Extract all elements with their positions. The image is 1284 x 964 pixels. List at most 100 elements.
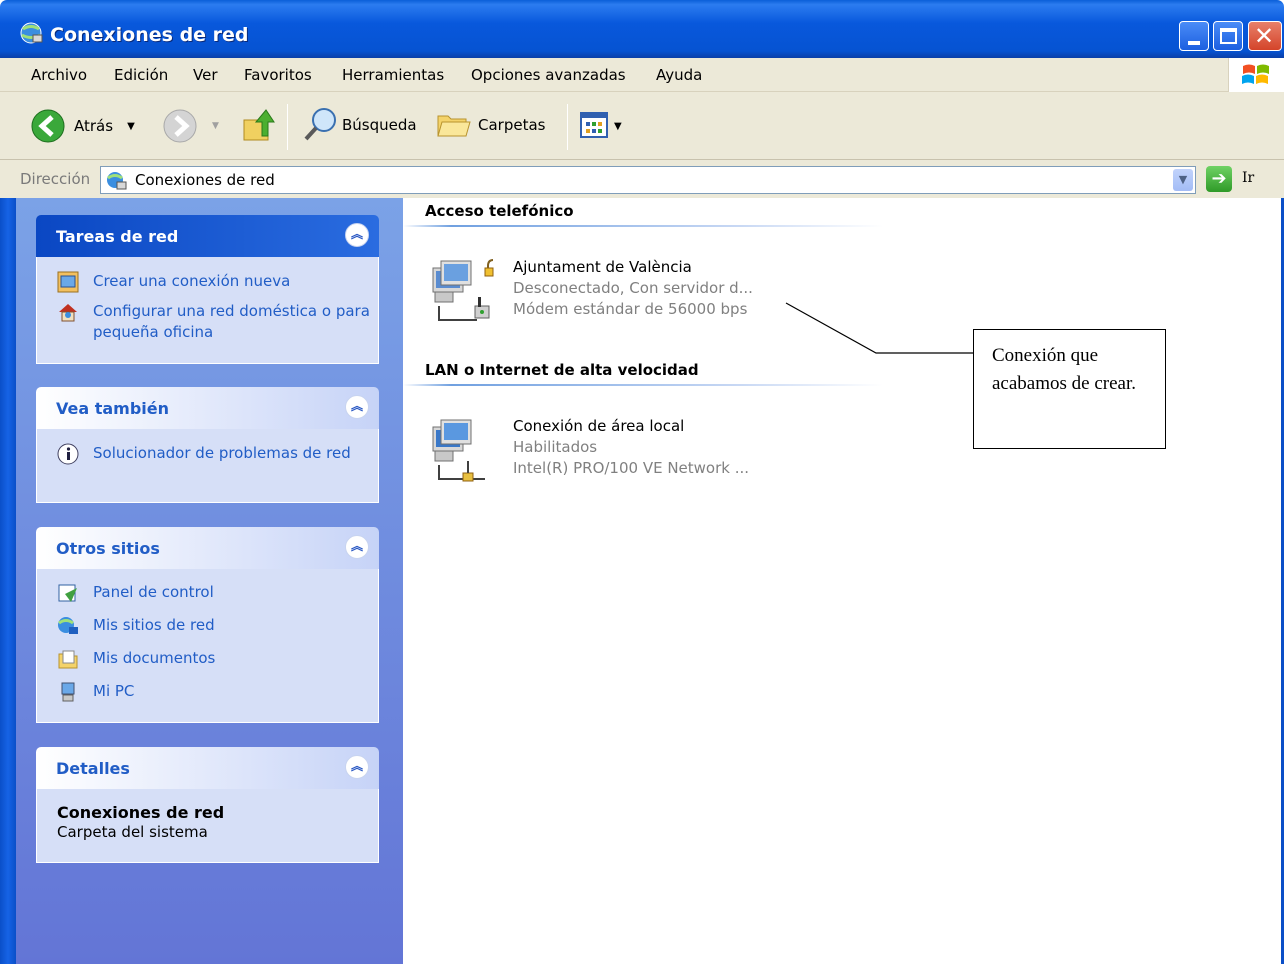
forward-arrow-icon: [163, 109, 197, 143]
connection-device: Módem estándar de 56000 bps: [513, 300, 748, 318]
search-icon: [304, 108, 336, 141]
lan-connection-icon: [432, 419, 485, 482]
control-panel-link[interactable]: Panel de control: [57, 582, 378, 604]
link-label: Panel de control: [93, 583, 214, 601]
my-computer-icon: [61, 682, 75, 702]
my-documents-icon: [58, 650, 78, 669]
address-value: Conexiones de red: [135, 171, 275, 189]
up-folder-button[interactable]: [240, 106, 276, 144]
task-pane: Tareas de red ︽ Crear una conexión nueva…: [16, 198, 403, 964]
collapse-chevron-icon[interactable]: ︽: [345, 535, 369, 559]
connection-status: Desconectado, Con servidor d...: [513, 279, 753, 297]
panel-title: Detalles: [56, 759, 130, 778]
panel-title: Tareas de red: [56, 227, 179, 246]
toolbar-separator: [287, 104, 288, 150]
maximize-button[interactable]: [1213, 21, 1243, 51]
folders-button[interactable]: Carpetas: [436, 108, 545, 142]
link-label: Solucionador de problemas de red: [93, 444, 351, 462]
close-button[interactable]: ✕: [1248, 21, 1282, 51]
maximize-icon: [1220, 28, 1237, 44]
forward-button[interactable]: ▼: [162, 108, 219, 144]
menu-edicion[interactable]: Edición: [114, 66, 168, 84]
link-label: Crear una conexión nueva: [93, 272, 291, 290]
collapse-chevron-icon[interactable]: ︽: [345, 395, 369, 419]
go-arrow-icon[interactable]: ➔: [1206, 166, 1232, 192]
forward-dropdown-icon[interactable]: ▼: [212, 121, 219, 131]
back-label: Atrás: [74, 117, 114, 135]
back-dropdown-icon[interactable]: ▼: [127, 121, 135, 132]
panel-body: Panel de control Mis sitios de red Mis d…: [36, 569, 379, 723]
go-label[interactable]: Ir: [1242, 170, 1254, 186]
folders-icon: [437, 115, 471, 137]
panel-title: Otros sitios: [56, 539, 160, 558]
panel-body: Solucionador de problemas de red: [36, 429, 379, 503]
link-label: Mi PC: [93, 682, 135, 700]
up-folder-icon: [243, 109, 275, 141]
link-label: Configurar una red doméstica o para pequ…: [93, 302, 370, 341]
connection-device: Intel(R) PRO/100 VE Network ...: [513, 459, 750, 477]
home-network-icon: [59, 304, 77, 322]
panel-header[interactable]: Vea también ︽: [36, 387, 379, 429]
my-computer-link[interactable]: Mi PC: [57, 681, 378, 703]
network-places-icon: [58, 617, 78, 634]
group-header-dialup: Acceso telefónico: [425, 202, 574, 220]
search-button[interactable]: Búsqueda: [302, 106, 417, 144]
search-label: Búsqueda: [342, 116, 417, 134]
create-connection-link[interactable]: Crear una conexión nueva: [57, 271, 378, 293]
network-places-link[interactable]: Mis sitios de red: [57, 615, 378, 637]
menu-bar: Archivo Edición Ver Favoritos Herramient…: [0, 58, 1284, 92]
menu-herramientas[interactable]: Herramientas: [342, 66, 444, 84]
windows-logo: [1228, 58, 1284, 92]
address-dropdown-icon[interactable]: ▼: [1173, 169, 1193, 191]
network-connections-icon: [20, 22, 43, 44]
panel-network-tasks: Tareas de red ︽ Crear una conexión nueva…: [36, 215, 379, 364]
toolbar: Atrás ▼ ▼ Búsqueda Carpetas ▼: [0, 92, 1284, 160]
panel-body: Crear una conexión nueva Configurar una …: [36, 257, 379, 364]
collapse-chevron-icon[interactable]: ︽: [345, 755, 369, 779]
close-icon: ✕: [1254, 22, 1275, 50]
views-icon: [580, 112, 608, 138]
panel-header[interactable]: Tareas de red ︽: [36, 215, 379, 257]
panel-details: Detalles ︽ Conexiones de red Carpeta del…: [36, 747, 379, 863]
address-field[interactable]: Conexiones de red ▼: [100, 166, 1196, 194]
group-header-lan: LAN o Internet de alta velocidad: [425, 361, 699, 379]
panel-header[interactable]: Otros sitios ︽: [36, 527, 379, 569]
panel-header[interactable]: Detalles ︽: [36, 747, 379, 789]
panel-title: Vea también: [56, 399, 170, 418]
collapse-chevron-icon[interactable]: ︽: [345, 223, 369, 247]
details-type: Carpeta del sistema: [57, 823, 208, 841]
back-button[interactable]: Atrás ▼: [30, 108, 135, 144]
info-icon: [57, 443, 79, 465]
menu-opciones-avanzadas[interactable]: Opciones avanzadas: [471, 66, 626, 84]
folders-label: Carpetas: [478, 116, 546, 134]
connection-status: Habilitados: [513, 438, 598, 456]
address-label: Dirección: [20, 170, 91, 188]
back-arrow-icon: [31, 109, 65, 143]
details-name: Conexiones de red: [57, 803, 225, 822]
troubleshooter-link[interactable]: Solucionador de problemas de red: [57, 443, 378, 465]
title-bar: Conexiones de red ✕: [0, 0, 1284, 58]
dialup-connection-icon: [432, 259, 494, 321]
menu-favoritos[interactable]: Favoritos: [244, 66, 312, 84]
my-documents-link[interactable]: Mis documentos: [57, 648, 378, 670]
connection-name: Ajuntament de València: [513, 258, 692, 276]
home-network-link[interactable]: Configurar una red doméstica o para pequ…: [57, 301, 378, 343]
group-divider: [403, 384, 883, 386]
link-label: Mis sitios de red: [93, 616, 215, 634]
menu-archivo[interactable]: Archivo: [31, 66, 87, 84]
menu-ver[interactable]: Ver: [193, 66, 218, 84]
link-label: Mis documentos: [93, 649, 216, 667]
callout-box: Conexión que acabamos de crear.: [973, 329, 1166, 449]
panel-body: Conexiones de red Carpeta del sistema: [36, 789, 379, 863]
menu-ayuda[interactable]: Ayuda: [656, 66, 702, 84]
panel-other-places: Otros sitios ︽ Panel de control Mis siti…: [36, 527, 379, 723]
new-connection-icon: [57, 271, 79, 293]
window-title: Conexiones de red: [50, 24, 249, 46]
views-dropdown-icon[interactable]: ▼: [614, 121, 622, 132]
minimize-button[interactable]: [1179, 21, 1209, 51]
control-panel-icon: [58, 584, 77, 602]
network-connections-icon: [107, 172, 127, 190]
views-button[interactable]: ▼: [580, 112, 622, 140]
address-bar: Dirección Conexiones de red ▼ ➔ Ir: [0, 160, 1284, 198]
minimize-icon: [1188, 41, 1200, 45]
